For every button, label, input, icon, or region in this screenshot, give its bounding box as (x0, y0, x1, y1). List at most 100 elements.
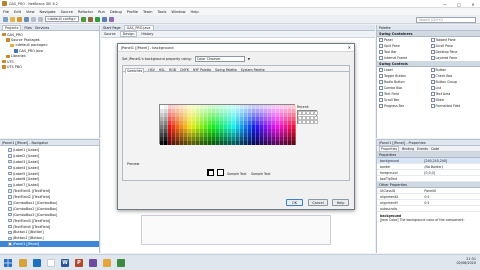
close-button[interactable]: ✕ (466, 0, 480, 8)
subtab-history[interactable]: History (141, 32, 153, 36)
profile-icon[interactable] (109, 16, 114, 22)
palette-item[interactable]: Internal Frame (377, 55, 429, 61)
subtab-design[interactable]: Design (119, 31, 138, 37)
tab-swing-palette[interactable]: Swing Palette (215, 68, 237, 72)
netbeans-icon[interactable] (103, 258, 111, 267)
menu-refactor[interactable]: Refactor (78, 10, 93, 14)
navigator-item-label: jLabel1 [JLabel] (13, 147, 40, 152)
tab-awt-palette[interactable]: NYF Palette (193, 68, 211, 72)
property-value[interactable]: 0.5 (422, 201, 480, 205)
property-value[interactable]: (No Border) (422, 165, 480, 169)
menu-help[interactable]: Help (191, 10, 199, 14)
navigator-item[interactable]: jPanel1 [JPanel] (0, 241, 99, 248)
tab-events[interactable]: Events (417, 147, 428, 151)
properties-rows-other: UIClassID PanelUI alignmentX 0.5 alignmentY 0… (377, 188, 480, 212)
navigator-item-label: jButton2 [JButton] (13, 236, 44, 241)
tab-swatches[interactable]: Swatches (125, 68, 145, 73)
new-file-icon[interactable] (3, 16, 8, 22)
component-icon (8, 159, 12, 164)
select-editor-label: Set jPanel1's background property using: (122, 57, 192, 61)
media-icon[interactable] (89, 258, 97, 267)
run-icon[interactable] (95, 16, 100, 22)
color-swatch[interactable] (292, 141, 296, 145)
preview-swatch-light (217, 169, 224, 176)
palette-item[interactable]: Progress Bar (377, 103, 429, 109)
file-explorer-icon[interactable] (19, 258, 27, 267)
recent-swatch[interactable] (314, 115, 318, 120)
subtab-source[interactable]: Source (104, 32, 116, 36)
chrome-icon[interactable] (47, 258, 55, 267)
redo-icon[interactable] (38, 16, 43, 22)
recent-swatch[interactable] (314, 120, 318, 125)
tab-services[interactable]: Services (35, 26, 49, 30)
clean-build-icon[interactable] (88, 16, 93, 22)
component-icon (430, 80, 435, 84)
tab-hsv[interactable]: HSV (148, 68, 155, 72)
menu-file[interactable]: File (3, 10, 9, 14)
tab-hsl[interactable]: HSL (159, 68, 165, 72)
component-icon (8, 171, 12, 176)
recent-swatch[interactable] (314, 111, 318, 116)
property-value[interactable]: [240,240,240] (422, 159, 480, 163)
swatch-grid[interactable] (159, 104, 296, 145)
browser-icon[interactable] (33, 258, 41, 267)
open-project-icon[interactable] (17, 16, 22, 22)
start-button[interactable] (0, 255, 16, 270)
palette-item[interactable]: Formatted Field (429, 103, 480, 109)
help-button[interactable]: Help (332, 199, 349, 206)
palette-item-label: Panel (384, 38, 393, 42)
project-tree-label: <default package> (15, 43, 49, 48)
menu-window[interactable]: Window (171, 10, 185, 14)
project-tree-item[interactable]: UTS PBO (0, 64, 99, 69)
tab-binding[interactable]: Binding (402, 147, 414, 151)
menu-profile[interactable]: Profile (127, 10, 138, 14)
menu-tools[interactable]: Tools (157, 10, 166, 14)
palette-item-label: Scroll Pane (435, 44, 453, 48)
menu-debug[interactable]: Debug (110, 10, 122, 14)
menu-run[interactable]: Run (98, 10, 105, 14)
powerpoint-icon[interactable]: P (75, 258, 83, 267)
property-key: border (380, 164, 391, 169)
build-icon[interactable] (81, 16, 86, 22)
config-select[interactable]: <default config> (45, 16, 79, 22)
save-all-icon[interactable] (24, 16, 29, 22)
project-tree-label: UTS PBO (7, 65, 22, 70)
menu-view[interactable]: View (26, 10, 35, 14)
tab-files[interactable]: Files (24, 26, 31, 30)
ok-button[interactable]: OK (286, 199, 303, 206)
maximize-button[interactable]: □ (452, 0, 466, 8)
minimize-button[interactable]: — (438, 0, 452, 8)
tab-gas-pro-java[interactable]: GAS_PRO.java (123, 25, 154, 30)
folder-icon (10, 43, 14, 48)
tab-system-palette[interactable]: System Palette (241, 68, 265, 72)
tab-rgb[interactable]: RGB (169, 68, 176, 72)
recent-swatches[interactable] (297, 110, 318, 125)
undo-icon[interactable] (31, 16, 36, 22)
cancel-button[interactable]: Cancel (308, 199, 328, 206)
palette-item[interactable]: Layered Pane (429, 55, 480, 61)
new-project-icon[interactable] (10, 16, 15, 22)
property-value[interactable]: 0.5 (422, 195, 480, 199)
debug-icon[interactable] (102, 16, 107, 22)
dialog-close-icon[interactable]: ✕ (348, 45, 351, 50)
palette-item-label: Radio Button (384, 80, 405, 84)
property-value[interactable]: [0,0,0] (422, 171, 480, 175)
tab-properties[interactable]: Properties (379, 145, 400, 152)
search-input[interactable]: Search (Ctrl+I) (416, 16, 476, 23)
app-icon[interactable] (117, 258, 125, 267)
tab-code[interactable]: Code (431, 147, 439, 151)
property-value[interactable]: PanelUI (422, 189, 480, 193)
editor-select[interactable]: Color Chooser (194, 56, 245, 62)
tab-projects[interactable]: Projects (2, 25, 22, 30)
word-icon[interactable]: W (61, 258, 69, 267)
menu-source[interactable]: Source (61, 10, 73, 14)
tab-cmyk[interactable]: CMYK (180, 68, 189, 72)
menu-team[interactable]: Team (143, 10, 153, 14)
component-icon (8, 201, 12, 205)
tab-start-page[interactable]: Start Page (103, 26, 121, 30)
tray-clock[interactable]: 21:31 02/06/2020 (456, 257, 476, 265)
menu-navigate[interactable]: Navigate (40, 10, 56, 14)
component-icon (430, 92, 435, 96)
menu-edit[interactable]: Edit (14, 10, 21, 14)
window-title: GAS_PRO - NetBeans IDE 8.2 (9, 1, 58, 6)
